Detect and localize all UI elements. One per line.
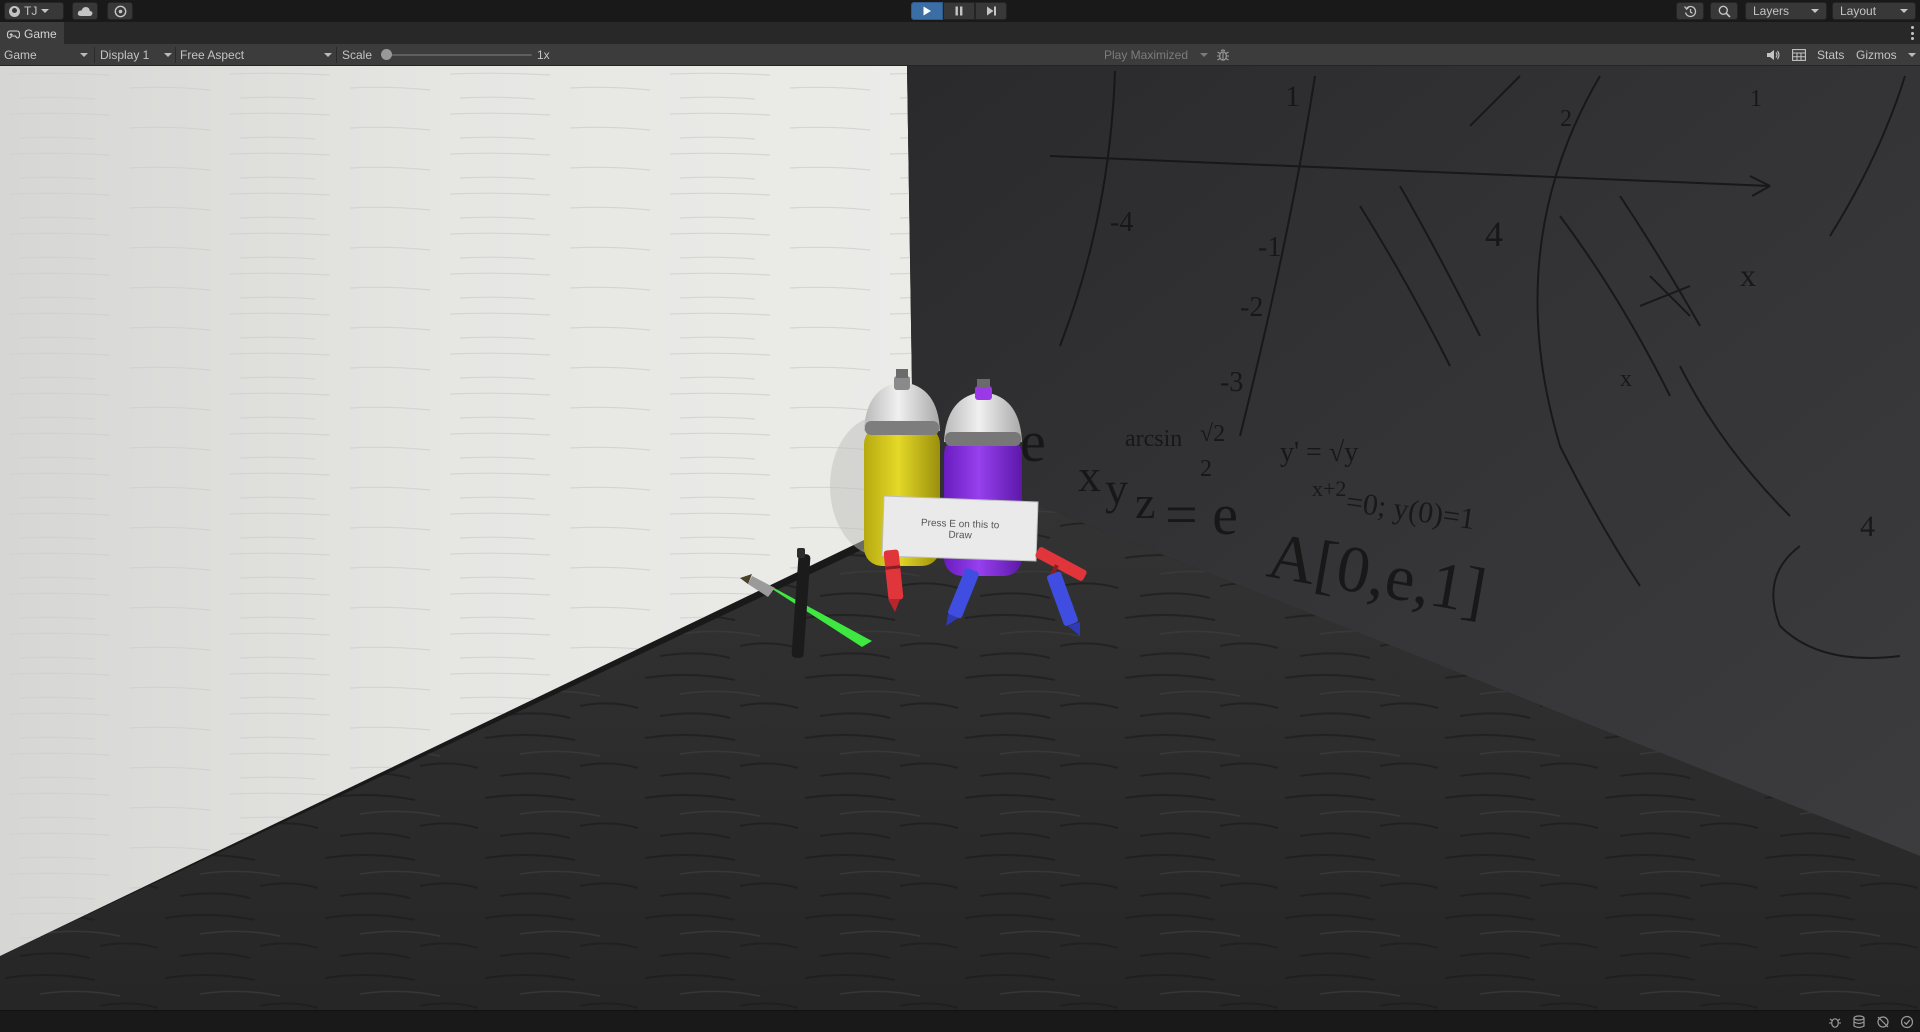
- layout-label: Layout: [1840, 4, 1877, 18]
- play-icon: [923, 6, 931, 16]
- step-button[interactable]: [975, 2, 1007, 20]
- chevron-down-icon: [1811, 9, 1819, 13]
- chalk-text: x+2: [1312, 476, 1346, 501]
- playmode-controls: [911, 2, 1007, 20]
- account-label: TJ: [24, 4, 38, 18]
- draw-sign[interactable]: Press E on this to Draw: [881, 495, 1039, 562]
- pause-icon: [955, 6, 963, 16]
- game-viewport[interactable]: e x y z = e A[0,e,1] arcsin √2 2 y' = √y…: [0, 66, 1920, 1010]
- chalk-text: 2: [1200, 456, 1212, 482]
- collab-button[interactable]: [107, 2, 133, 20]
- chalk-text: 1: [1285, 80, 1300, 113]
- chalk-text: arcsin: [1125, 426, 1182, 452]
- chevron-down-icon: [80, 53, 88, 57]
- account-icon: [9, 5, 20, 17]
- chalk-text: x: [1740, 257, 1756, 293]
- layout-dropdown[interactable]: Layout: [1832, 2, 1916, 20]
- divider: [94, 47, 95, 63]
- chalk-text: -2: [1240, 292, 1263, 323]
- chalk-text: 2: [1560, 106, 1572, 132]
- chevron-down-icon: [1900, 9, 1908, 13]
- chalk-text: -1: [1258, 232, 1281, 263]
- gamepad-icon: [7, 29, 20, 39]
- layers-dropdown[interactable]: Layers: [1745, 2, 1827, 20]
- chalk-text: 4: [1860, 510, 1875, 543]
- bug-button[interactable]: [1216, 44, 1230, 66]
- tab-game[interactable]: Game: [0, 22, 64, 44]
- stats-grid-button[interactable]: [1792, 44, 1806, 66]
- display-label: Display 1: [100, 48, 150, 62]
- divider: [175, 47, 176, 63]
- history-icon: [1683, 5, 1696, 17]
- sign-text: Draw: [948, 530, 972, 542]
- scale-slider-track[interactable]: [388, 54, 532, 56]
- divider: [336, 47, 337, 63]
- game-view-toolbar: Game Display 1 Free Aspect Scale 1x Play…: [0, 44, 1920, 66]
- step-icon: [986, 6, 996, 16]
- cloud-button[interactable]: [72, 2, 98, 20]
- window-tabbar: Game: [0, 22, 1920, 44]
- chevron-down-icon: [1908, 53, 1916, 57]
- pause-button[interactable]: [943, 2, 975, 20]
- chalk-text: z: [1135, 477, 1155, 528]
- account-dropdown[interactable]: TJ: [4, 2, 64, 20]
- search-button[interactable]: [1710, 2, 1738, 20]
- scale-label: Scale: [342, 48, 373, 62]
- main-toolbar: TJ Layers Layout: [0, 0, 1920, 22]
- bug-icon: [1217, 49, 1229, 61]
- scale-slider-handle[interactable]: [381, 49, 392, 60]
- chalk-text: y' = √y: [1280, 437, 1358, 468]
- gizmos-label: Gizmos: [1856, 48, 1897, 62]
- play-mode-dropdown[interactable]: Play Maximized: [1104, 44, 1208, 66]
- check-circle-icon[interactable]: [1900, 1015, 1914, 1029]
- play-button[interactable]: [911, 2, 943, 20]
- chalk-text: = e: [1165, 482, 1238, 547]
- chalk-text: √2: [1200, 421, 1225, 447]
- chevron-down-icon: [41, 9, 50, 13]
- chevron-down-icon: [1200, 53, 1208, 57]
- debug-icon[interactable]: [1828, 1015, 1842, 1029]
- layers-label: Layers: [1753, 4, 1790, 18]
- chalk-text: x: [1620, 366, 1632, 392]
- collab-icon: [114, 5, 126, 17]
- display-dropdown[interactable]: Display 1: [100, 44, 172, 66]
- chalk-text: x: [1078, 450, 1101, 501]
- network-icon[interactable]: [1876, 1015, 1890, 1029]
- gizmos-dropdown[interactable]: Gizmos: [1856, 44, 1916, 66]
- undo-history-button[interactable]: [1676, 2, 1704, 20]
- chevron-down-icon: [324, 53, 332, 57]
- chalk-text: 1: [1750, 86, 1762, 112]
- speaker-icon: [1767, 50, 1780, 60]
- mute-audio-button[interactable]: [1766, 44, 1780, 66]
- tab-label: Game: [24, 27, 57, 41]
- play-mode-label: Play Maximized: [1104, 48, 1189, 62]
- stats-button[interactable]: Stats: [1817, 44, 1844, 66]
- chevron-down-icon: [164, 53, 172, 57]
- more-options-icon[interactable]: [1910, 26, 1914, 40]
- database-icon[interactable]: [1852, 1015, 1866, 1029]
- aspect-label: Free Aspect: [180, 48, 245, 62]
- aspect-dropdown[interactable]: Free Aspect: [180, 44, 332, 66]
- scale-value: 1x: [537, 48, 550, 62]
- scene-render: e x y z = e A[0,e,1] arcsin √2 2 y' = √y…: [0, 66, 1920, 1010]
- grid-icon: [1792, 49, 1806, 61]
- chalk-text: 4: [1485, 214, 1503, 254]
- chalk-text: -3: [1220, 367, 1243, 398]
- cloud-icon: [77, 6, 93, 16]
- view-type-label: Game: [4, 48, 37, 62]
- search-icon: [1718, 5, 1731, 18]
- chalk-text: -4: [1110, 207, 1133, 238]
- chalk-text: y: [1105, 463, 1128, 514]
- chalk-text: e: [1020, 409, 1046, 474]
- view-type-dropdown[interactable]: Game: [4, 44, 88, 66]
- status-bar: [0, 1010, 1920, 1032]
